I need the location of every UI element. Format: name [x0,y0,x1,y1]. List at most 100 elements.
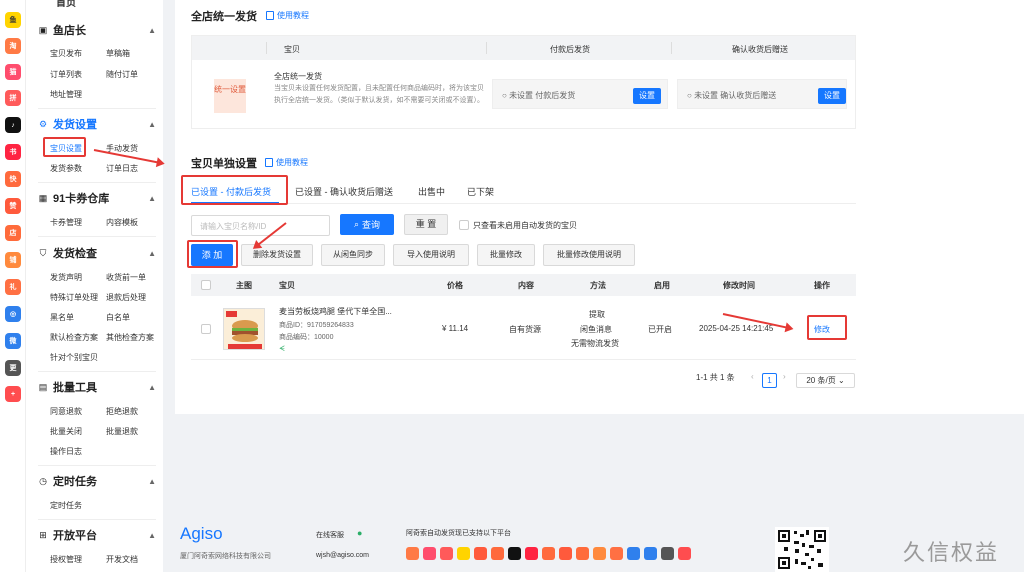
sidebar-item-orders[interactable]: 订单列表 [50,69,82,80]
set-button[interactable]: 设置 [818,88,846,104]
import-guide-button[interactable]: 导入使用说明 [393,244,469,266]
sidebar-item-batch-refund[interactable]: 批量退款 [106,426,138,437]
set-button[interactable]: 设置 [633,88,661,104]
search-input[interactable]: 请输入宝贝名称/ID [191,215,330,236]
select-all-checkbox[interactable] [201,280,211,290]
sidebar-group-delivery[interactable]: ⚙ 发货设置 ▲ [38,116,156,132]
sidebar-item-pre-receipt[interactable]: 收货前一单 [106,272,146,283]
app-icon-like[interactable]: 赞 [5,198,21,214]
sidebar-item-auth[interactable]: 授权管理 [50,554,82,565]
sidebar-top-partial[interactable]: 首页 [56,0,76,9]
app-icon-link[interactable]: ◎ [5,306,21,322]
sidebar-group-open-platform[interactable]: ⊞ 开放平台 ▲ [38,527,156,543]
query-button[interactable]: ⌕ 查询 [340,214,394,235]
sidebar-item-blacklist[interactable]: 黑名单 [50,312,74,323]
sidebar-item-agree-refund[interactable]: 同意退款 [50,406,82,417]
group-title: 发货设置 [53,119,97,131]
product-name[interactable]: 麦当劳板烧鸡腿 堡代下单全国... [279,306,392,317]
col-header: 内容 [518,281,534,290]
method-line: 闲鱼消息 [580,325,612,334]
sidebar-item-drafts[interactable]: 草稿箱 [106,48,130,59]
app-icon-shop[interactable]: 铺 [5,252,21,268]
prev-page-icon[interactable]: ‹ [751,372,754,381]
divider [38,519,156,520]
col-header: 操作 [814,281,830,290]
col-header: 方法 [590,281,606,290]
sidebar-item-batch-close[interactable]: 批量关闭 [50,426,82,437]
platform-icon [474,547,487,560]
highlight-box [807,315,847,340]
app-icon-weidian[interactable]: 微 [5,333,21,349]
wechat-icon[interactable]: ● [357,528,362,538]
page-number[interactable]: 1 [762,373,777,388]
app-icon-pdd[interactable]: 拼 [5,90,21,106]
app-icon-other[interactable]: 更 [5,360,21,376]
sidebar-item-after-refund[interactable]: 退款后处理 [106,292,146,303]
unified-tutorial-link[interactable]: 使用教程 [266,10,309,21]
only-unenabled-checkbox[interactable] [459,220,469,230]
platform-link-icon [627,547,640,560]
app-icon-douyin[interactable]: ♪ [5,117,21,133]
chevron-up-icon: ▲ [148,248,156,258]
sidebar-item-special-orders[interactable]: 特殊订单处理 [50,292,98,303]
support-email[interactable]: wjsh@agiso.com [316,552,369,559]
sidebar-group-check[interactable]: ⛉ 发货检查 ▲ [38,245,156,261]
sidebar-item-whitelist[interactable]: 白名单 [106,312,130,323]
divider [38,182,156,183]
method-line: 无需物流发货 [571,339,619,348]
radio-status: ○ 未设置 确认收货后赠送 [687,91,777,100]
sidebar-item-dev-docs[interactable]: 开发文档 [106,554,138,565]
sidebar-item-content-template[interactable]: 内容模板 [106,217,138,228]
app-icon-taobao[interactable]: 淘 [5,38,21,54]
sidebar-group-batch[interactable]: ▤ 批量工具 ▲ [38,379,156,395]
tab-bar: 已设置 - 付款后发货 已设置 - 确认收货后赠送 出售中 已下架 [191,180,856,204]
next-page-icon[interactable]: › [783,372,786,381]
app-icon-xianyu[interactable]: 鱼 [5,12,21,28]
tab-on-sale[interactable]: 出售中 [418,185,445,198]
app-icon-rail: 鱼 淘 猫 拼 ♪ 书 快 赞 店 铺 礼 ◎ 微 更 + [0,0,26,572]
sidebar-group-shop[interactable]: ▣ 鱼店长 ▲ [38,22,156,38]
sidebar-item-publish[interactable]: 宝贝发布 [50,48,82,59]
sidebar-item-statement[interactable]: 发货声明 [50,272,82,283]
sidebar-item-delivery-params[interactable]: 发货参数 [50,163,82,174]
col-header: 启用 [654,281,670,290]
app-icon-tmall[interactable]: 猫 [5,64,21,80]
sidebar-item-paid-orders[interactable]: 随付订单 [106,69,138,80]
sidebar-item-card-manage[interactable]: 卡券管理 [50,217,82,228]
sidebar-item-default-plan[interactable]: 默认检查方案 [50,332,98,343]
batch-edit-button[interactable]: 批量修改 [477,244,535,266]
row-checkbox[interactable] [201,324,211,334]
page-size-select[interactable]: 20 条/页 ⌄ [796,373,855,388]
shield-icon: ⛉ [39,247,47,258]
platforms-label: 阿奇索自动发货现已支持以下平台 [406,530,511,537]
product-image[interactable] [223,308,265,350]
sidebar-group-card-warehouse[interactable]: ▦ 91卡券仓库 ▲ [38,190,156,206]
sidebar-item-other-plan[interactable]: 其他检查方案 [106,332,154,343]
app-icon-store[interactable]: 店 [5,225,21,241]
tab-off-shelf[interactable]: 已下架 [467,185,494,198]
group-title: 鱼店长 [53,25,86,37]
sidebar-item-op-log[interactable]: 操作日志 [50,446,82,457]
single-tutorial-link[interactable]: 使用教程 [265,157,308,168]
desc-body: 当宝贝未设置任何发货配置，且未配置任何商品编码时，将为该宝贝执行全店统一发货。（… [274,85,484,104]
tab-gift-after-receipt[interactable]: 已设置 - 确认收货后赠送 [295,185,393,198]
col-header: 付款后发货 [550,45,590,54]
app-icon-xhs[interactable]: 书 [5,144,21,160]
app-icon-gift[interactable]: 礼 [5,279,21,295]
sidebar-item-order-log[interactable]: 订单日志 [106,163,138,174]
sync-xianyu-button[interactable]: 从闲鱼同步 [321,244,385,266]
method-line: 提取 [589,310,605,319]
reset-button[interactable]: 重 置 [404,214,448,235]
sidebar-group-schedule[interactable]: ◷ 定时任务 ▲ [38,473,156,489]
platform-icon [491,547,504,560]
tutorial-label: 使用教程 [277,11,309,20]
sidebar-item-reject-refund[interactable]: 拒绝退款 [106,406,138,417]
app-icon-extra[interactable]: + [5,386,21,402]
sidebar-item-address[interactable]: 地址管理 [50,89,82,100]
col-separator [486,42,487,54]
chevron-up-icon: ▲ [148,530,156,540]
sidebar-item-per-item[interactable]: 针对个别宝贝 [50,352,98,363]
sidebar-item-scheduled-task[interactable]: 定时任务 [50,500,82,511]
batch-edit-guide-button[interactable]: 批量修改使用说明 [543,244,635,266]
app-icon-kuaishou[interactable]: 快 [5,171,21,187]
